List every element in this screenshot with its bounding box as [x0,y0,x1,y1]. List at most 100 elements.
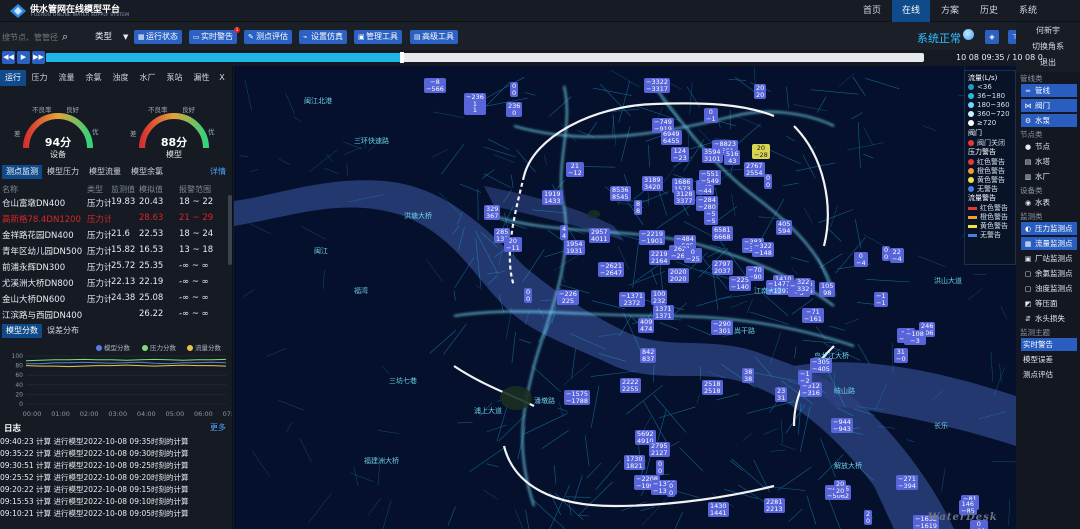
layer-toggle[interactable]: ⚙ 水泵 [1021,114,1077,127]
log-more-link[interactable]: 更多 [210,422,226,433]
layer-toggle[interactable]: ⇵ 水头损失 [1021,312,1077,325]
monitor-point-label[interactable]: 88 [634,200,643,215]
table-row[interactable]: 青年区幼儿园DN500 压力计 15.82 16.53 13 ~ 18 [0,245,228,261]
monitor-point-label[interactable]: 22 −4 [890,248,904,263]
run-status-button[interactable]: ▦运行状态 [134,30,182,44]
table-row[interactable]: 金山大桥DN600 压力计 24.38 25.08 -∞ ~ ∞ [0,293,228,309]
monitor-point-label[interactable]: −944 −943 [831,418,853,433]
monitor-point-label[interactable]: 2957 4011 [589,228,610,243]
layer-toggle[interactable]: ◐ 压力监测点 [1021,222,1077,235]
monitor-point-label[interactable]: −8 −566 [424,78,446,93]
play-button[interactable]: ▶ [17,51,30,64]
monitor-point-label[interactable]: −5 −5 [704,210,718,225]
point-eval-button[interactable]: ✎ 测点评估 [244,30,292,44]
monitor-point-label[interactable]: 00 [882,246,891,261]
monitor-point-label[interactable]: 20 20 [754,84,767,99]
table-row[interactable]: 前浦永辉DN300 压力计 25.72 25.35 -∞ ~ ∞ [0,261,228,277]
monitor-point-label[interactable]: 00 [656,460,665,475]
monitor-point-label[interactable]: −284 −280 [696,196,718,211]
monitor-point-label[interactable]: 3594 3101 [702,148,723,163]
manage-tools-button[interactable]: ▣管理工具 [354,30,402,44]
monitor-point-label[interactable]: −1371 2372 [619,292,645,307]
monitor-point-label[interactable]: 0 −4 [854,252,868,267]
monitor-point-label[interactable]: −225 −140 [729,276,751,291]
monitor-point-label[interactable]: 44 [560,225,569,240]
layer-toggle[interactable]: 实时警告 [1021,338,1077,351]
monitor-point-label[interactable]: 2518 2518 [702,380,723,395]
monitor-point-label[interactable]: 8536 8545 [610,186,631,201]
monitor-point-label[interactable]: 31 −0 [894,348,908,363]
nav-history[interactable]: 历史 [970,0,1008,22]
layer-toggle[interactable]: 测点评估 [1021,368,1077,381]
monitor-point-label[interactable]: 105 98 [819,282,836,297]
monitor-point-label[interactable]: −3322 −3317 [644,78,670,93]
monitor-point-label[interactable]: 38 38 [742,368,755,383]
sim-settings-button[interactable]: ⌁ 设置仿真 [299,30,347,44]
time-slider-handle[interactable] [399,52,404,63]
user-name[interactable]: 何新宇 [1016,24,1080,38]
monitor-point-label[interactable]: 236 0 [506,102,523,117]
monitor-point-label[interactable]: −271 −394 [896,475,918,490]
monitor-point-label[interactable]: 0 −25 [684,248,702,263]
search-input[interactable] [2,31,60,43]
nav-home[interactable]: 首页 [852,0,892,22]
layer-toggle[interactable]: ═ 管线 [1021,84,1077,97]
monitor-point-label[interactable]: 2281 2213 [764,498,785,513]
monitor-point-label[interactable]: −71 −161 [802,308,824,323]
monitor-point-label[interactable]: 6581 6668 [712,226,733,241]
monitor-point-label[interactable]: 2795 2127 [649,442,670,457]
advanced-tools-button[interactable]: ▤高级工具 [410,30,458,44]
monitor-point-label[interactable]: 00 [667,482,676,497]
monitor-point-label[interactable]: 2797 2037 [712,260,733,275]
monitor-point-label[interactable]: −2621 −2647 [598,262,624,277]
monitor-point-label[interactable]: 6949 6455 [661,130,682,145]
tab-model-score[interactable]: 模型分数 [2,324,42,338]
map-view[interactable]: −8 −566 0 0 −3322 −3317 −236 1 1 20 20 236 0 −749 −919… [234,66,1016,529]
tab-error-dist[interactable]: 误差分布 [43,324,83,338]
monitor-point-label[interactable]: 3128 3377 [674,190,695,205]
monitor-point-label[interactable]: 20 [864,510,873,525]
monitor-point-label[interactable]: 21 −12 [566,162,584,177]
tab-turbidity[interactable]: 浊度 [107,70,134,86]
table-scrollbar[interactable] [228,195,232,265]
monitor-point-label[interactable]: 124 −23 [671,147,689,162]
monitor-point-label[interactable]: 329 367 [484,205,501,220]
monitor-point-label[interactable]: 516 43 [724,150,741,165]
monitor-point-label[interactable]: 20 −11 [504,237,522,252]
monitor-point-label[interactable]: 23 31 [775,387,788,402]
layer-toggle[interactable]: ◩ 等压面 [1021,297,1077,310]
monitor-point-label[interactable]: −226 225 [557,290,579,305]
tab-leak[interactable]: 漏性 [188,70,215,86]
table-row[interactable]: 金祥路花园DN400 压力计 21.6 22.53 18 ~ 24 [0,229,228,245]
detail-link[interactable]: 详情 [210,165,226,179]
monitor-point-label[interactable]: −236 1 1 [464,93,486,115]
layer-toggle[interactable]: ⋈ 阀门 [1021,99,1077,112]
search-icon[interactable]: ⌕ [62,30,76,44]
tab-run[interactable]: 运行 [0,70,26,86]
monitor-point-label[interactable]: 322 332 [795,278,812,293]
monitor-point-label[interactable]: −2219 −1901 [639,230,665,245]
map-layers-button[interactable]: ◈ [985,30,999,44]
monitor-point-label[interactable]: 00 [510,82,519,97]
monitor-point-label[interactable]: 1371 1371 [653,305,674,320]
monitor-point-label[interactable]: 20 20 [834,480,847,495]
monitor-point-label[interactable]: −108 −3 [904,330,926,345]
monitor-point-label[interactable]: −1575 −1788 [564,390,590,405]
monitor-point-label[interactable]: 1919 1433 [542,190,563,205]
layer-toggle[interactable]: ▥ 水厂 [1021,170,1077,183]
layer-toggle[interactable]: ● 节点 [1021,140,1077,153]
layer-toggle[interactable]: ▢ 浊度监测点 [1021,282,1077,295]
tab-plant[interactable]: 水厂 [134,70,161,86]
table-row[interactable]: 仓山富墩DN400 压力计 19.83 20.43 18 ~ 22 [0,197,228,213]
layer-toggle[interactable]: ▢ 余氯监测点 [1021,267,1077,280]
monitor-point-label[interactable]: 20 −28 [752,144,770,159]
table-row[interactable]: 尤溪洲大桥DN800 压力计 22.13 22.19 -∞ ~ ∞ [0,277,228,293]
tab-flow[interactable]: 流量 [53,70,80,86]
nav-scheme[interactable]: 方案 [930,0,970,22]
tab-model-flow[interactable]: 模型流量 [85,165,125,179]
monitor-point-label[interactable]: 2020 2020 [668,268,689,283]
monitor-point-label[interactable]: 405 594 [776,220,793,235]
tab-monitor-points[interactable]: 测点监测 [2,165,42,179]
tab-model-pressure[interactable]: 模型压力 [43,165,83,179]
nav-system[interactable]: 系统 [1008,0,1048,22]
